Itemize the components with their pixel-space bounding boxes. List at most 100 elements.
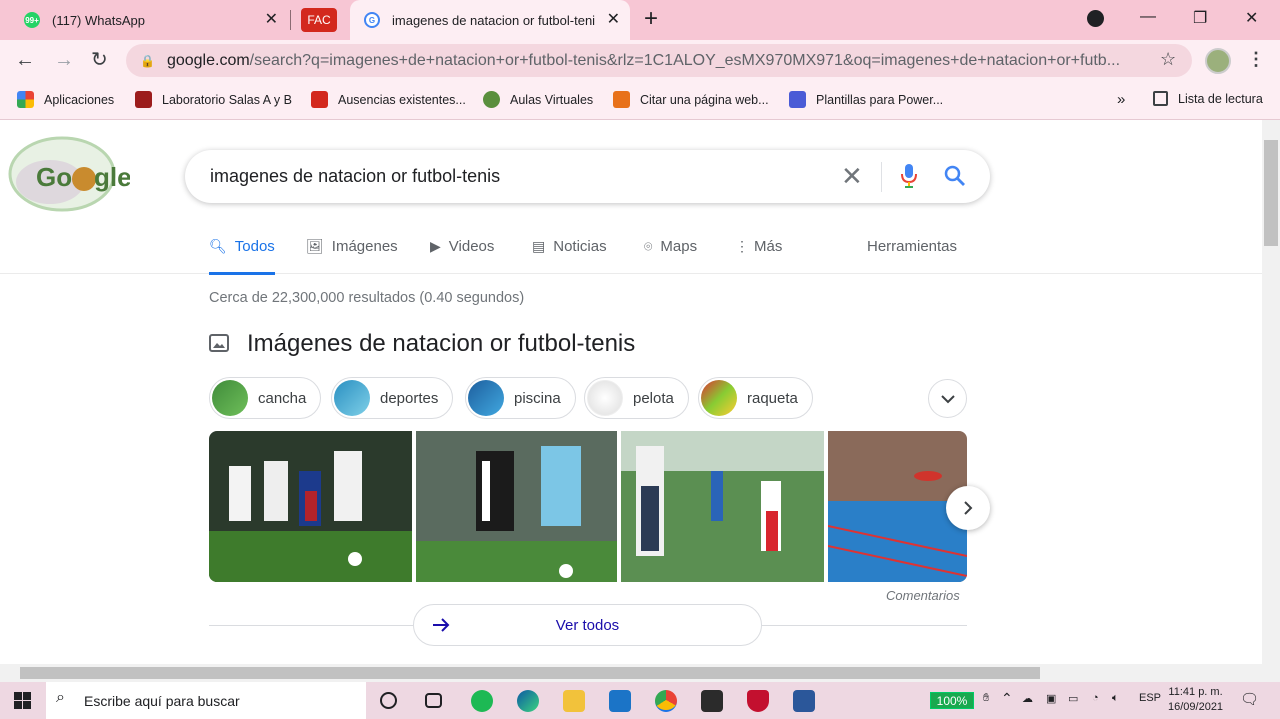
chip-thumbnail — [701, 380, 737, 416]
spotify-icon[interactable] — [471, 690, 493, 712]
url-host: google.com — [166, 51, 250, 69]
microphone-icon[interactable] — [901, 163, 917, 189]
hand-icon[interactable]: ✋︎ — [983, 692, 989, 705]
back-button[interactable]: ← — [15, 49, 35, 71]
tab-videos[interactable]: ▶︎ Videos — [430, 238, 494, 255]
close-tab-icon[interactable]: ✕ — [265, 11, 278, 29]
arrow-right-icon — [433, 618, 450, 632]
wifi-icon[interactable]: ◔ — [1092, 692, 1099, 704]
search-box[interactable]: imagenes de natacion or futbol-tenis ✕ — [185, 150, 990, 203]
tab-whatsapp[interactable]: 99+ (117) WhatsApp ✕ — [14, 0, 288, 40]
bookmark-aplicaciones[interactable]: Aplicaciones — [17, 91, 114, 108]
task-view-icon[interactable] — [425, 693, 442, 708]
scroll-corner — [1262, 664, 1280, 682]
tab-maps[interactable]: ⌾ Maps — [644, 238, 697, 255]
reading-list-label: Lista de lectura — [1178, 91, 1263, 106]
feedback-link[interactable]: Comentarios — [886, 588, 960, 603]
tab-google-search[interactable]: G imagenes de natacion or futbol-teni ✕ — [350, 0, 630, 40]
battery-indicator[interactable]: 100% — [930, 692, 974, 709]
google-doodle-logo[interactable]: Go gle — [6, 134, 130, 214]
cortana-icon[interactable] — [380, 692, 397, 709]
chrome-icon[interactable] — [655, 690, 677, 712]
new-tab-button[interactable]: + — [644, 6, 658, 32]
tab-todos[interactable]: 🔍︎ Todos — [209, 238, 275, 275]
images-section-header[interactable]: Imágenes de natacion or futbol-tenis — [209, 330, 635, 358]
image-result-soccer[interactable] — [209, 431, 412, 582]
browser-menu-icon[interactable]: ⋮ — [1247, 49, 1265, 70]
chip-label: cancha — [258, 389, 307, 407]
graduation-cap-icon — [613, 91, 630, 108]
clock[interactable]: 11:41 p. m. 16/09/2021 — [1168, 685, 1223, 715]
reading-list-icon — [1153, 91, 1168, 106]
taskbar-search-input[interactable]: ⌕ Escribe aquí para buscar — [46, 682, 366, 719]
bookmarks-overflow-button[interactable]: » — [1117, 91, 1125, 108]
close-tab-icon[interactable]: ✕ — [607, 11, 620, 29]
clear-search-icon[interactable]: ✕ — [841, 162, 863, 190]
tab-imagenes[interactable]: 🖼︎ Imágenes — [306, 238, 398, 255]
chip-pelota[interactable]: pelota — [584, 377, 689, 419]
clock-time: 11:41 p. m. — [1168, 686, 1223, 698]
reload-button[interactable]: ↻ — [91, 49, 108, 71]
bookmark-star-icon[interactable]: ☆ — [1160, 49, 1176, 70]
minimize-button[interactable]: — — [1140, 8, 1156, 26]
battery-icon[interactable]: ▭ — [1068, 692, 1078, 705]
cloud-icon[interactable]: ☁︎ — [1022, 692, 1033, 705]
view-all-button[interactable]: Ver todos — [413, 604, 762, 646]
next-images-button[interactable] — [946, 486, 990, 530]
chip-thumbnail — [212, 380, 248, 416]
profile-menu-icon[interactable] — [1087, 10, 1104, 27]
close-window-button[interactable]: ✕ — [1245, 8, 1258, 28]
chip-thumbnail — [468, 380, 504, 416]
language-indicator[interactable]: ESP — [1139, 692, 1161, 704]
restore-button[interactable]: ❐ — [1193, 8, 1207, 28]
tab-fac[interactable]: FAC — [301, 8, 337, 32]
chip-piscina[interactable]: piscina — [465, 377, 576, 419]
mail-icon[interactable] — [609, 690, 631, 712]
avatar[interactable] — [1205, 48, 1231, 74]
chip-cancha[interactable]: cancha — [209, 377, 322, 419]
image-result-golf[interactable] — [621, 431, 824, 582]
tab-label: Noticias — [553, 238, 607, 255]
bookmark-ausencias[interactable]: Ausencias existentes... — [311, 91, 466, 108]
notifications-icon[interactable]: 🗨︎ — [1240, 690, 1259, 708]
chip-label: raqueta — [747, 389, 798, 407]
bookmark-plantillas[interactable]: Plantillas para Power... — [789, 91, 943, 108]
volume-icon[interactable]: 🔈︎ — [1112, 692, 1119, 705]
search-query[interactable]: imagenes de natacion or futbol-tenis — [210, 166, 500, 187]
images-section-title[interactable]: Imágenes de natacion or futbol-tenis — [247, 330, 635, 358]
windows-start-icon[interactable] — [14, 692, 31, 709]
view-all-label: Ver todos — [555, 616, 620, 634]
expand-chips-button[interactable] — [928, 379, 967, 418]
reading-list-button[interactable]: Lista de lectura — [1153, 91, 1263, 106]
bookmark-citar[interactable]: Citar una página web... — [613, 91, 769, 108]
image-icon — [209, 334, 229, 352]
tab-noticias[interactable]: ▤ Noticias — [532, 238, 607, 255]
tab-mas[interactable]: ⋮ Más — [735, 238, 782, 255]
search-icon[interactable] — [943, 164, 967, 188]
forward-button[interactable]: → — [54, 49, 74, 71]
svg-text:gle: gle — [94, 162, 130, 192]
more-vertical-icon: ⋮ — [735, 238, 749, 254]
image-result-soccer-2[interactable] — [416, 431, 617, 582]
horizontal-scroll-thumb[interactable] — [20, 667, 1040, 679]
meet-icon[interactable]: ▣ — [1046, 692, 1056, 705]
store-icon[interactable] — [701, 690, 723, 712]
tools-button[interactable]: Herramientas — [867, 238, 957, 255]
bookmark-laboratorio[interactable]: Laboratorio Salas A y B — [135, 91, 292, 108]
chip-raqueta[interactable]: raqueta — [698, 377, 813, 419]
word-icon[interactable] — [793, 690, 815, 712]
tab-divider — [290, 10, 291, 30]
chevron-up-icon[interactable]: ⌃ — [1001, 690, 1013, 707]
file-explorer-icon[interactable] — [563, 690, 585, 712]
windows-taskbar: ⌕ Escribe aquí para buscar 100% ✋︎ ⌃ ☁︎ … — [0, 682, 1280, 719]
clock-date: 16/09/2021 — [1168, 701, 1224, 713]
mcafee-icon[interactable] — [747, 690, 769, 712]
tab-label: Más — [754, 238, 783, 255]
vertical-scroll-thumb[interactable] — [1264, 140, 1278, 246]
chip-label: piscina — [514, 389, 561, 407]
edge-icon[interactable] — [517, 690, 539, 712]
bookmark-aulas[interactable]: Aulas Virtuales — [483, 91, 593, 108]
divider-line — [762, 625, 967, 626]
address-bar[interactable]: 🔒 google.com/search?q=imagenes+de+nataci… — [126, 44, 1192, 77]
chip-deportes[interactable]: deportes — [331, 377, 454, 419]
